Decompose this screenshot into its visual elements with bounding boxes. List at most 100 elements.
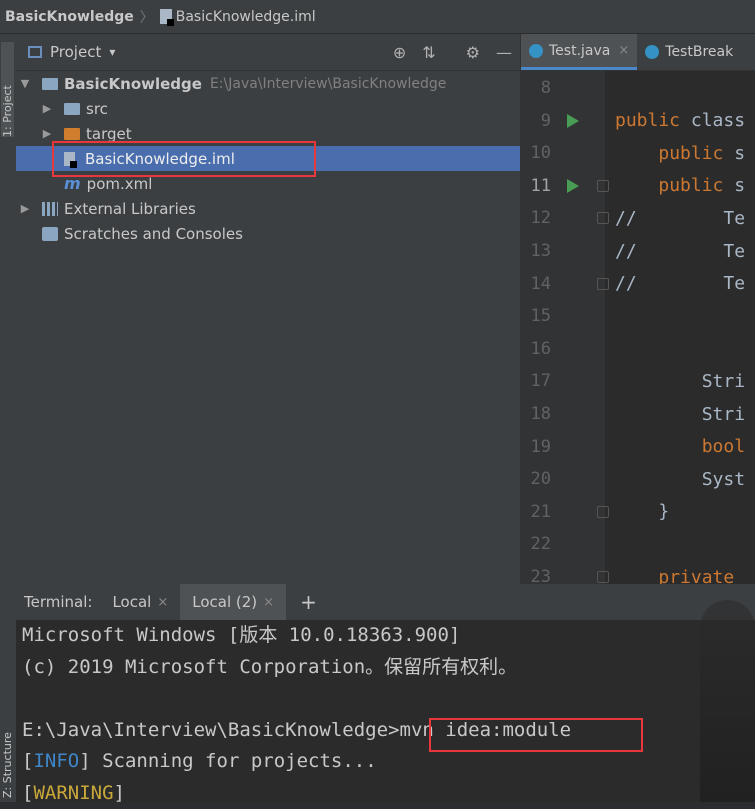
java-class-icon — [645, 45, 659, 59]
terminal-line — [22, 683, 752, 715]
close-icon[interactable]: × — [263, 595, 274, 610]
project-tool-button[interactable]: 1: Project — [1, 42, 14, 137]
java-class-icon — [529, 44, 543, 58]
tab-testbreak[interactable]: TestBreak — [637, 34, 741, 70]
terminal-title: Terminal: — [16, 593, 100, 611]
code-line: 18 Stri — [521, 398, 755, 430]
code-line: 22 — [521, 528, 755, 560]
line-number: 16 — [521, 339, 551, 359]
run-icon[interactable] — [567, 179, 579, 193]
code-text: // Te — [615, 273, 745, 294]
terminal-tabs: Terminal: Local × Local (2) × + — [16, 584, 755, 620]
code-text: Syst — [615, 469, 745, 490]
code-line: 13 // Te — [521, 235, 755, 267]
chevron-down-icon[interactable]: ▾ — [109, 45, 115, 59]
tree-item-label: Scratches and Consoles — [64, 225, 243, 243]
breadcrumb-file[interactable]: BasicKnowledge.iml — [176, 9, 316, 25]
code-text: public s — [615, 175, 745, 196]
line-number: 11 — [521, 176, 551, 196]
code-line: 10 public s — [521, 137, 755, 169]
tab-label: Local — [112, 593, 151, 611]
terminal-tab-local-2[interactable]: Local (2) × — [180, 584, 286, 620]
project-view-icon — [28, 46, 42, 58]
line-number: 18 — [521, 404, 551, 424]
left-tool-strip: 1: Project Z: Structure — [0, 34, 17, 802]
expand-arrow-icon[interactable]: ▶ — [40, 127, 54, 140]
code-text: // Te — [615, 241, 745, 262]
fold-icon[interactable] — [597, 506, 609, 518]
tab-label: TestBreak — [665, 44, 733, 60]
line-number: 20 — [521, 469, 551, 489]
line-number: 13 — [521, 241, 551, 261]
project-panel: Project ▾ ⊕ ⇅ ⚙ — ▼ BasicKnowledge E:\Ja… — [16, 34, 520, 584]
log-tag-info: INFO — [33, 750, 79, 772]
tree-item-basicknowledge[interactable]: ▼ BasicKnowledge E:\Java\Interview\Basic… — [16, 71, 520, 96]
breadcrumb-project[interactable]: BasicKnowledge — [5, 9, 134, 25]
new-terminal-button[interactable]: + — [286, 590, 331, 614]
code-text: bool — [615, 436, 745, 457]
line-number: 9 — [521, 111, 551, 131]
line-number: 22 — [521, 534, 551, 554]
close-icon[interactable]: × — [157, 595, 168, 610]
expand-arrow-icon[interactable]: ▶ — [18, 202, 32, 215]
terminal-line: [WARNING] — [22, 778, 752, 809]
hide-panel-icon[interactable]: — — [496, 43, 512, 62]
run-icon[interactable] — [567, 114, 579, 128]
fold-icon[interactable] — [597, 278, 609, 290]
code-line: 15 — [521, 300, 755, 332]
fold-icon[interactable] — [597, 212, 609, 224]
background-penguin-image — [700, 600, 755, 802]
project-panel-tools: ⊕ ⇅ ⚙ — — [393, 34, 520, 70]
highlight-box — [429, 718, 643, 752]
code-text: // Te — [615, 208, 745, 229]
fold-icon[interactable] — [597, 180, 609, 192]
tree-item-path: E:\Java\Interview\BasicKnowledge — [210, 76, 446, 92]
line-number: 19 — [521, 437, 551, 457]
code-line: 21 } — [521, 496, 755, 528]
terminal-line: (c) 2019 Microsoft Corporation。保留所有权利。 — [22, 652, 752, 684]
tree-item-external-libraries[interactable]: ▶ External Libraries — [16, 196, 520, 221]
code-text: Stri — [615, 371, 745, 392]
excluded-folder-icon — [64, 128, 80, 140]
code-line: 19 bool — [521, 431, 755, 463]
code-text: public class — [615, 110, 745, 131]
iml-file-icon — [160, 9, 172, 24]
code-line: 14 // Te — [521, 268, 755, 300]
tree-item-label: External Libraries — [64, 200, 196, 218]
tab-test-java[interactable]: Test.java × — [521, 34, 637, 70]
tree-item-label: target — [86, 125, 132, 143]
tab-label: Local (2) — [192, 593, 257, 611]
gear-icon[interactable]: ⚙ — [466, 43, 480, 62]
expand-arrow-icon[interactable]: ▶ — [40, 102, 54, 115]
scratches-icon — [42, 227, 58, 241]
close-icon[interactable]: × — [618, 43, 629, 58]
library-icon — [42, 202, 58, 216]
fold-icon[interactable] — [597, 571, 609, 583]
code-text: } — [615, 501, 669, 522]
code-editor: Test.java × TestBreak 8 9 public class 10 p… — [520, 34, 755, 584]
tree-item-src[interactable]: ▶ src — [16, 96, 520, 121]
line-number: 14 — [521, 274, 551, 294]
structure-tool-button[interactable]: Z: Structure — [1, 706, 14, 798]
code-text: public s — [615, 143, 745, 164]
line-number: 10 — [521, 143, 551, 163]
line-number: 12 — [521, 208, 551, 228]
line-number: 17 — [521, 371, 551, 391]
folder-icon — [64, 103, 80, 115]
locate-file-icon[interactable]: ⊕ — [393, 43, 406, 62]
line-number: 21 — [521, 502, 551, 522]
terminal-prompt: E:\Java\Interview\BasicKnowledge> — [22, 719, 400, 741]
expand-arrow-icon[interactable]: ▼ — [18, 77, 32, 90]
collapse-all-icon[interactable]: ⇅ — [422, 43, 435, 62]
terminal-tab-local[interactable]: Local × — [100, 584, 180, 620]
project-view-title[interactable]: Project — [50, 43, 101, 61]
code-text: Stri — [615, 404, 745, 425]
code-line: 16 — [521, 333, 755, 365]
tree-item-label: pom.xml — [87, 175, 153, 193]
code-line: 8 — [521, 72, 755, 104]
tree-item-label: BasicKnowledge — [64, 75, 202, 93]
tree-item-scratches[interactable]: Scratches and Consoles — [16, 221, 520, 246]
code-line: 11 public s — [521, 170, 755, 202]
code-line: 20 Syst — [521, 463, 755, 495]
terminal-output[interactable]: Microsoft Windows [版本 10.0.18363.900] (c… — [22, 620, 752, 809]
